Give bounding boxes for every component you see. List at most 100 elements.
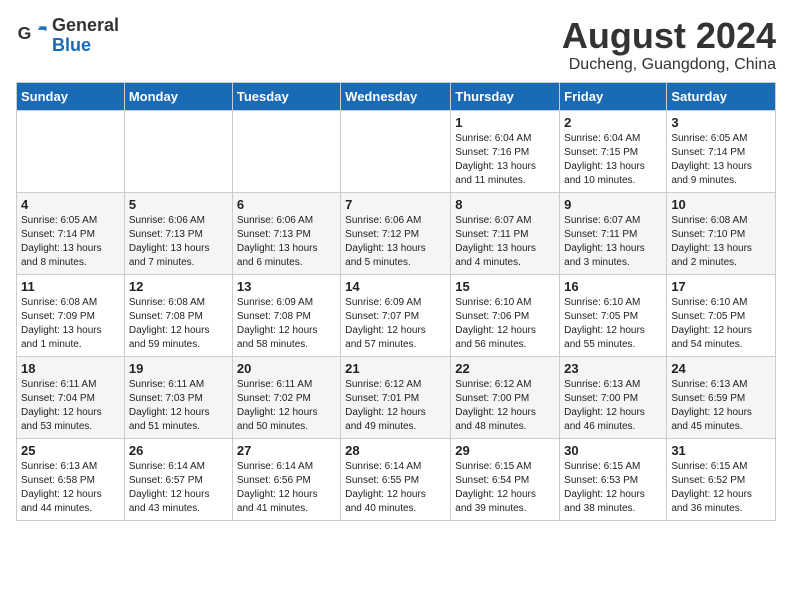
weekday-header-sunday: Sunday bbox=[17, 82, 125, 110]
day-number: 13 bbox=[237, 279, 336, 294]
day-info: Sunrise: 6:14 AM Sunset: 6:57 PM Dayligh… bbox=[129, 460, 228, 516]
day-number: 29 bbox=[455, 443, 555, 458]
calendar-cell: 1 Sunrise: 6:04 AM Sunset: 7:16 PM Daylig… bbox=[451, 110, 560, 192]
day-info: Sunrise: 6:12 AM Sunset: 7:01 PM Dayligh… bbox=[345, 378, 446, 434]
day-info: Sunrise: 6:08 AM Sunset: 7:08 PM Dayligh… bbox=[129, 296, 228, 352]
day-info: Sunrise: 6:15 AM Sunset: 6:54 PM Dayligh… bbox=[455, 460, 555, 516]
day-number: 17 bbox=[671, 279, 771, 294]
calendar-cell: 31Sunrise: 6:15 AM Sunset: 6:52 PM Dayli… bbox=[667, 438, 776, 520]
day-number: 24 bbox=[671, 361, 771, 376]
weekday-header-wednesday: Wednesday bbox=[341, 82, 451, 110]
calendar-cell: 9Sunrise: 6:07 AM Sunset: 7:11 PM Daylig… bbox=[560, 192, 667, 274]
logo-general-text: General bbox=[52, 16, 119, 36]
calendar-cell bbox=[17, 110, 125, 192]
svg-text:G: G bbox=[18, 23, 32, 43]
day-info: Sunrise: 6:05 AM Sunset: 7:14 PM Dayligh… bbox=[21, 214, 120, 270]
logo-blue-text: Blue bbox=[52, 36, 119, 56]
weekday-header-thursday: Thursday bbox=[451, 82, 560, 110]
day-info: Sunrise: 6:10 AM Sunset: 7:05 PM Dayligh… bbox=[671, 296, 771, 352]
weekday-header-friday: Friday bbox=[560, 82, 667, 110]
calendar-cell bbox=[341, 110, 451, 192]
day-info: Sunrise: 6:13 AM Sunset: 7:00 PM Dayligh… bbox=[564, 378, 662, 434]
day-info: Sunrise: 6:06 AM Sunset: 7:12 PM Dayligh… bbox=[345, 214, 446, 270]
day-number: 10 bbox=[671, 197, 771, 212]
day-number: 12 bbox=[129, 279, 228, 294]
day-number: 8 bbox=[455, 197, 555, 212]
day-info: Sunrise: 6:04 AM Sunset: 7:15 PM Dayligh… bbox=[564, 132, 662, 188]
day-number: 11 bbox=[21, 279, 120, 294]
calendar-cell: 15 Sunrise: 6:10 AM Sunset: 7:06 PM Dayli… bbox=[451, 274, 560, 356]
calendar-cell: 21 Sunrise: 6:12 AM Sunset: 7:01 PM Dayli… bbox=[341, 356, 451, 438]
calendar-cell: 20 Sunrise: 6:11 AM Sunset: 7:02 PM Dayli… bbox=[232, 356, 340, 438]
calendar-cell: 24Sunrise: 6:13 AM Sunset: 6:59 PM Dayli… bbox=[667, 356, 776, 438]
weekday-header-saturday: Saturday bbox=[667, 82, 776, 110]
day-info: Sunrise: 6:08 AM Sunset: 7:09 PM Dayligh… bbox=[21, 296, 120, 352]
day-number: 3 bbox=[671, 115, 771, 130]
calendar-cell: 7Sunrise: 6:06 AM Sunset: 7:12 PM Daylig… bbox=[341, 192, 451, 274]
calendar-cell: 28Sunrise: 6:14 AM Sunset: 6:55 PM Dayli… bbox=[341, 438, 451, 520]
day-number: 27 bbox=[237, 443, 336, 458]
day-number: 15 bbox=[455, 279, 555, 294]
week-row-3: 11 Sunrise: 6:08 AM Sunset: 7:09 PM Dayli… bbox=[17, 274, 776, 356]
day-info: Sunrise: 6:11 AM Sunset: 7:04 PM Dayligh… bbox=[21, 378, 120, 434]
day-info: Sunrise: 6:04 AM Sunset: 7:16 PM Dayligh… bbox=[455, 132, 555, 188]
calendar-cell bbox=[232, 110, 340, 192]
calendar-cell: 25Sunrise: 6:13 AM Sunset: 6:58 PM Dayli… bbox=[17, 438, 125, 520]
day-number: 26 bbox=[129, 443, 228, 458]
day-info: Sunrise: 6:06 AM Sunset: 7:13 PM Dayligh… bbox=[237, 214, 336, 270]
day-number: 20 bbox=[237, 361, 336, 376]
title-block: August 2024 Ducheng, Guangdong, China bbox=[562, 16, 776, 74]
calendar-cell: 2 Sunrise: 6:04 AM Sunset: 7:15 PM Daylig… bbox=[560, 110, 667, 192]
calendar-cell bbox=[124, 110, 232, 192]
day-info: Sunrise: 6:07 AM Sunset: 7:11 PM Dayligh… bbox=[455, 214, 555, 270]
calendar-cell: 11 Sunrise: 6:08 AM Sunset: 7:09 PM Dayli… bbox=[17, 274, 125, 356]
day-number: 23 bbox=[564, 361, 662, 376]
calendar-cell: 23 Sunrise: 6:13 AM Sunset: 7:00 PM Dayli… bbox=[560, 356, 667, 438]
day-number: 19 bbox=[129, 361, 228, 376]
day-info: Sunrise: 6:09 AM Sunset: 7:07 PM Dayligh… bbox=[345, 296, 446, 352]
day-info: Sunrise: 6:12 AM Sunset: 7:00 PM Dayligh… bbox=[455, 378, 555, 434]
week-row-4: 18 Sunrise: 6:11 AM Sunset: 7:04 PM Dayli… bbox=[17, 356, 776, 438]
calendar-table: SundayMondayTuesdayWednesdayThursdayFrid… bbox=[16, 82, 776, 521]
weekday-header-tuesday: Tuesday bbox=[232, 82, 340, 110]
day-info: Sunrise: 6:14 AM Sunset: 6:56 PM Dayligh… bbox=[237, 460, 336, 516]
calendar-cell: 22 Sunrise: 6:12 AM Sunset: 7:00 PM Dayli… bbox=[451, 356, 560, 438]
month-year: August 2024 bbox=[562, 16, 776, 56]
calendar-cell: 8 Sunrise: 6:07 AM Sunset: 7:11 PM Daylig… bbox=[451, 192, 560, 274]
day-number: 31 bbox=[671, 443, 771, 458]
calendar-cell: 3 Sunrise: 6:05 AM Sunset: 7:14 PM Daylig… bbox=[667, 110, 776, 192]
day-number: 22 bbox=[455, 361, 555, 376]
calendar-cell: 17 Sunrise: 6:10 AM Sunset: 7:05 PM Dayli… bbox=[667, 274, 776, 356]
day-number: 28 bbox=[345, 443, 446, 458]
calendar-cell: 19 Sunrise: 6:11 AM Sunset: 7:03 PM Dayli… bbox=[124, 356, 232, 438]
calendar-cell: 26 Sunrise: 6:14 AM Sunset: 6:57 PM Dayli… bbox=[124, 438, 232, 520]
calendar-cell: 18 Sunrise: 6:11 AM Sunset: 7:04 PM Dayli… bbox=[17, 356, 125, 438]
day-info: Sunrise: 6:10 AM Sunset: 7:06 PM Dayligh… bbox=[455, 296, 555, 352]
calendar-cell: 6 Sunrise: 6:06 AM Sunset: 7:13 PM Daylig… bbox=[232, 192, 340, 274]
calendar-cell: 29 Sunrise: 6:15 AM Sunset: 6:54 PM Dayli… bbox=[451, 438, 560, 520]
weekday-header-monday: Monday bbox=[124, 82, 232, 110]
day-info: Sunrise: 6:11 AM Sunset: 7:03 PM Dayligh… bbox=[129, 378, 228, 434]
calendar-cell: 4Sunrise: 6:05 AM Sunset: 7:14 PM Daylig… bbox=[17, 192, 125, 274]
logo-icon: G bbox=[16, 20, 48, 52]
day-number: 5 bbox=[129, 197, 228, 212]
day-number: 21 bbox=[345, 361, 446, 376]
day-info: Sunrise: 6:11 AM Sunset: 7:02 PM Dayligh… bbox=[237, 378, 336, 434]
day-number: 14 bbox=[345, 279, 446, 294]
location: Ducheng, Guangdong, China bbox=[562, 56, 776, 74]
calendar-cell: 13Sunrise: 6:09 AM Sunset: 7:08 PM Dayli… bbox=[232, 274, 340, 356]
logo: G General Blue bbox=[16, 16, 119, 56]
day-number: 2 bbox=[564, 115, 662, 130]
week-row-5: 25Sunrise: 6:13 AM Sunset: 6:58 PM Dayli… bbox=[17, 438, 776, 520]
day-number: 18 bbox=[21, 361, 120, 376]
calendar-cell: 27 Sunrise: 6:14 AM Sunset: 6:56 PM Dayli… bbox=[232, 438, 340, 520]
calendar-cell: 10Sunrise: 6:08 AM Sunset: 7:10 PM Dayli… bbox=[667, 192, 776, 274]
day-info: Sunrise: 6:15 AM Sunset: 6:53 PM Dayligh… bbox=[564, 460, 662, 516]
day-number: 25 bbox=[21, 443, 120, 458]
day-number: 6 bbox=[237, 197, 336, 212]
day-info: Sunrise: 6:07 AM Sunset: 7:11 PM Dayligh… bbox=[564, 214, 662, 270]
day-info: Sunrise: 6:05 AM Sunset: 7:14 PM Dayligh… bbox=[671, 132, 771, 188]
day-number: 1 bbox=[455, 115, 555, 130]
day-number: 16 bbox=[564, 279, 662, 294]
page-header: G General Blue August 2024 Ducheng, Guan… bbox=[16, 16, 776, 74]
